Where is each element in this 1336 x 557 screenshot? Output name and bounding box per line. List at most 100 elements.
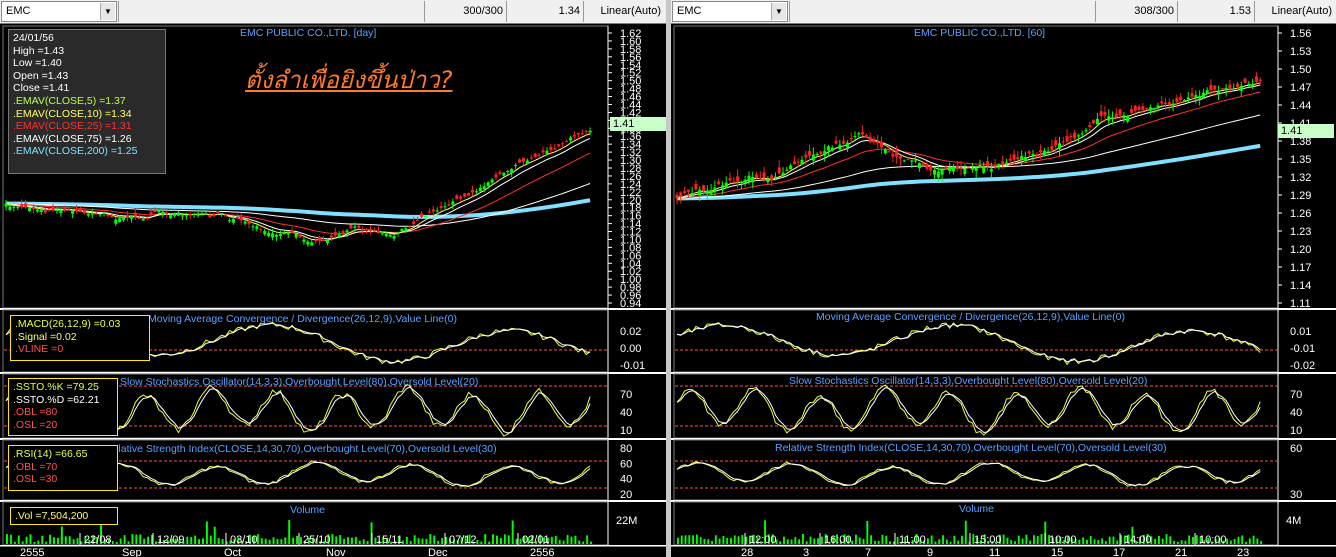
candle-body	[880, 141, 884, 148]
candle-body	[4, 203, 8, 207]
candle-body	[690, 192, 694, 196]
candle-body	[55, 209, 59, 212]
x-axis-label: 15/11	[376, 534, 403, 546]
volume-bar	[72, 539, 75, 544]
candle-body	[1213, 85, 1217, 90]
candle-body	[1080, 133, 1084, 135]
candle-body	[169, 215, 173, 219]
volume-bar	[1233, 538, 1236, 544]
candle-body	[204, 213, 208, 215]
sto-tick-label: 40	[1290, 407, 1302, 419]
x-axis-label: 16:00	[824, 534, 852, 546]
candle-body	[12, 206, 16, 208]
candle-body	[192, 214, 196, 216]
volume-bar	[707, 539, 710, 544]
price-tick-label: 1.50	[1290, 64, 1311, 76]
candle-body	[282, 233, 286, 235]
right-chart-window: EMC ▼ 308/300 1.53 Linear(Auto) 1.56 1.53 1…	[671, 0, 1336, 557]
volume-bar	[1078, 539, 1081, 544]
volume-bar	[885, 535, 888, 544]
volume-bar	[1188, 535, 1191, 544]
candle-body	[679, 192, 683, 197]
candle-body	[1228, 84, 1232, 89]
x-axis-label-secondary: 15	[1051, 547, 1063, 557]
right-price-tag: 1.41	[1278, 124, 1334, 138]
candle-body	[910, 160, 914, 162]
volume-bar	[1256, 538, 1259, 544]
candle-body	[67, 208, 71, 210]
price-tick-label: 1.29	[1290, 190, 1311, 202]
candle-body	[47, 207, 51, 209]
candle-body	[736, 176, 740, 182]
candle-body	[322, 239, 326, 241]
candle-body	[997, 163, 1001, 167]
volume-bar	[858, 537, 861, 544]
candle-body	[1031, 154, 1035, 156]
candle-body	[1232, 88, 1236, 90]
candle-body	[720, 185, 724, 189]
volume-bar	[284, 537, 287, 544]
candle-body	[887, 151, 891, 153]
candle-body	[1069, 135, 1073, 138]
volume-bar	[425, 538, 428, 544]
candle-body	[891, 153, 895, 157]
volume-bar	[511, 520, 514, 544]
candle-body	[1001, 161, 1005, 165]
candle-body	[1205, 90, 1209, 95]
macd-tick-label: -0.02	[1290, 360, 1315, 372]
candle-body	[1186, 97, 1190, 100]
volume-bar	[480, 541, 483, 544]
candle-body	[35, 209, 39, 212]
right-chart-canvas[interactable]: 1.561.531.501.471.441.411.381.351.321.29…	[671, 0, 1336, 557]
volume-bar	[820, 536, 823, 544]
legend-sto-osl: .OSL =20	[13, 418, 58, 431]
volume-bar	[111, 541, 114, 544]
candle-body	[1182, 99, 1186, 101]
volume-bar	[586, 535, 589, 544]
volume-bar	[499, 538, 502, 544]
x-axis-label: 12:00	[749, 534, 777, 546]
macd-tick-label: 0.01	[1290, 326, 1311, 338]
candle-body	[208, 214, 212, 218]
candle-body	[145, 218, 149, 220]
macd-tick-label: -0.01	[620, 360, 645, 372]
candle-body	[993, 165, 997, 167]
candle-body	[1217, 90, 1221, 94]
volume-bar	[115, 541, 118, 544]
candle-body	[1251, 84, 1255, 87]
volume-bar	[343, 538, 346, 544]
candle-body	[294, 233, 298, 238]
candle-body	[470, 189, 474, 193]
volume-bar	[889, 541, 891, 544]
volume-bar	[139, 534, 142, 544]
legend-ema75: .EMAV(CLOSE,75) =1.26	[13, 132, 132, 145]
volume-bar	[496, 535, 498, 544]
candle-body	[777, 167, 781, 174]
volume-bar	[9, 534, 12, 544]
candle-body	[353, 226, 357, 228]
candle-body	[227, 220, 231, 222]
candle-body	[1167, 102, 1171, 105]
candle-body	[739, 181, 743, 183]
volume-bar	[1184, 540, 1187, 544]
candle-body	[724, 182, 728, 189]
candle-body	[675, 194, 679, 199]
candle-body	[1247, 83, 1251, 85]
candle-body	[71, 210, 75, 214]
sto-tick-label: 10	[620, 425, 632, 437]
x-axis-label-secondary: 21	[1175, 547, 1187, 557]
volume-bar	[562, 540, 565, 544]
candle-body	[914, 160, 918, 162]
volume-bar	[190, 537, 193, 544]
candle-body	[1220, 88, 1224, 90]
candle-body	[849, 138, 853, 140]
legend-ema25: .EMAV(CLOSE,25) =1.31	[13, 120, 132, 133]
candle-body	[200, 214, 204, 216]
candle-body	[1114, 113, 1118, 118]
rsi-tick-label: 60	[620, 458, 632, 470]
volume-bar	[300, 537, 302, 544]
candle-body	[766, 179, 770, 182]
candle-body	[898, 155, 902, 159]
volume-bar	[417, 538, 420, 544]
price-tick-label: 1.35	[1290, 154, 1311, 166]
